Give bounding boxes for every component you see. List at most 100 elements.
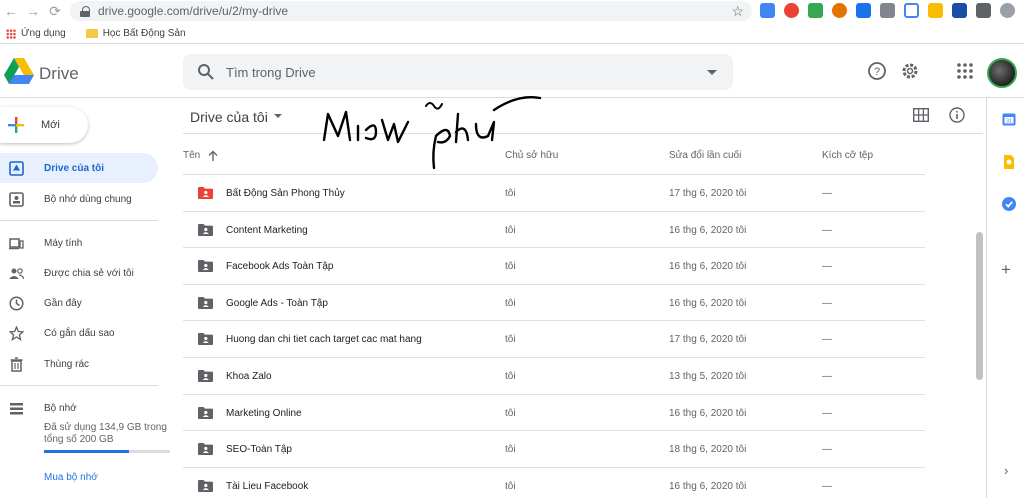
settings-gear-icon[interactable] (900, 61, 920, 81)
sidebar-item-shared-with-me[interactable]: Được chia sẻ với tôi (0, 258, 158, 288)
sidebar-item-label: Thùng rác (44, 359, 90, 370)
svg-text:?: ? (874, 66, 880, 78)
search-icon[interactable] (197, 63, 215, 81)
column-header-size[interactable]: Kích cỡ tệp (822, 150, 873, 161)
modified-by: tôi (735, 370, 747, 382)
sidebar-item-trash[interactable]: Thùng rác (0, 349, 158, 379)
bookmark-apps[interactable]: Ứng dụng (6, 28, 66, 39)
chevron-down-icon[interactable] (274, 114, 282, 118)
info-icon[interactable] (949, 107, 965, 123)
file-modified: 16 thg 6, 2020 tôi (669, 408, 746, 419)
sidebar-item-shared-drives[interactable]: Bộ nhớ dùng chung (0, 184, 158, 214)
shared-folder-icon (198, 479, 213, 492)
extension-icon[interactable] (880, 3, 895, 18)
file-name[interactable]: Tài Lieu Facebook (226, 481, 308, 492)
file-size: — (822, 261, 832, 273)
sort-arrow-up-icon[interactable] (207, 150, 219, 161)
address-bar[interactable]: drive.google.com/drive/u/2/my-drive ☆ (70, 1, 752, 21)
forward-arrow-icon[interactable]: → (22, 0, 44, 22)
extension-icon[interactable] (784, 3, 799, 18)
new-button-label: Mới (41, 119, 60, 131)
keep-icon[interactable] (1002, 155, 1016, 169)
calendar-icon[interactable]: 31 (1002, 112, 1016, 126)
extension-icon[interactable] (856, 3, 871, 18)
bookmark-label: Học Bất Động Sản (102, 28, 186, 39)
sidebar-item-storage[interactable]: Bộ nhớ (0, 393, 158, 423)
extension-icon[interactable] (808, 3, 823, 18)
extension-icon[interactable] (832, 3, 847, 18)
table-row[interactable]: Khoa Zalo tôi 13 thg 5, 2020 tôi — (183, 358, 925, 395)
puzzle-icon[interactable] (976, 3, 991, 18)
storage-icon (10, 403, 23, 415)
modified-date: 18 thg 6, 2020 (669, 444, 733, 456)
file-name[interactable]: SEO-Toàn Tập (226, 444, 292, 455)
file-size: — (822, 444, 832, 456)
shared-folder-icon (198, 260, 213, 273)
account-avatar[interactable] (987, 58, 1017, 88)
table-row[interactable]: Tài Lieu Facebook tôi 16 thg 6, 2020 tôi — (183, 468, 925, 498)
sidebar-item-starred[interactable]: Có gắn dấu sao (0, 318, 158, 348)
extension-icon[interactable] (928, 3, 943, 18)
sidebar-item-my-drive[interactable]: Drive của tôi (0, 153, 158, 183)
apps-grid-icon[interactable] (955, 61, 975, 81)
shared-with-me-icon (9, 268, 24, 280)
table-row[interactable]: Facebook Ads Toàn Tập tôi 16 thg 6, 2020 t… (183, 248, 925, 285)
translate-extension-icon[interactable] (760, 3, 775, 18)
shared-folder-icon (198, 296, 213, 309)
drive-header: Drive Tìm trong Drive ? (0, 46, 1024, 98)
profile-icon[interactable] (1000, 3, 1015, 18)
table-row[interactable]: Google Ads - Toàn Tập tôi 16 thg 6, 2020 t… (183, 285, 925, 322)
grid-view-icon[interactable] (913, 108, 929, 122)
table-row[interactable]: SEO-Toàn Tập tôi 18 thg 6, 2020 tôi — (183, 431, 925, 468)
apps-icon (6, 28, 16, 39)
file-owner: tôi (505, 261, 516, 273)
search-input[interactable]: Tìm trong Drive (226, 65, 316, 80)
sidebar-item-label: Gần đây (44, 298, 82, 309)
modified-date: 16 thg 6, 2020 (669, 407, 733, 419)
column-header-name[interactable]: Tên (183, 150, 200, 161)
search-options-icon[interactable] (707, 70, 717, 75)
file-name[interactable]: Google Ads - Toàn Tập (226, 298, 328, 309)
file-name[interactable]: Facebook Ads Toàn Tập (226, 261, 334, 272)
back-arrow-icon[interactable]: ← (0, 0, 22, 22)
search-box[interactable]: Tìm trong Drive (183, 54, 733, 90)
my-drive-icon (9, 161, 24, 176)
sidebar-item-label: Máy tính (44, 238, 83, 249)
sidebar-item-computers[interactable]: Máy tính (0, 228, 158, 258)
drive-extension-icon[interactable] (904, 3, 919, 18)
table-row[interactable]: Bất Động Sản Phong Thủy tôi 17 thg 6, 2020… (183, 175, 925, 212)
extension-icon[interactable] (952, 3, 967, 18)
file-name[interactable]: Marketing Online (226, 408, 302, 419)
table-row[interactable]: Marketing Online tôi 16 thg 6, 2020 tôi — (183, 395, 925, 432)
page-title[interactable]: Drive của tôi (190, 109, 268, 125)
file-modified: 17 thg 6, 2020 tôi (669, 188, 746, 199)
new-button[interactable]: Mới (0, 107, 88, 143)
table-row[interactable]: Content Marketing tôi 16 thg 6, 2020 tôi — (183, 212, 925, 249)
bookmark-folder[interactable]: Học Bất Động Sản (85, 28, 186, 39)
add-addon-icon[interactable]: + (1001, 261, 1011, 278)
reload-icon[interactable]: ⟳ (44, 0, 66, 22)
column-header-owner[interactable]: Chủ sở hữu (505, 150, 558, 161)
help-icon[interactable]: ? (867, 61, 887, 81)
column-header-modified[interactable]: Sửa đổi lần cuối (669, 150, 741, 161)
file-name[interactable]: Huong dan chi tiet cach target cac mat h… (226, 334, 422, 345)
url-text: drive.google.com/drive/u/2/my-drive (98, 4, 289, 18)
file-name[interactable]: Khoa Zalo (226, 371, 272, 382)
table-row[interactable]: Huong dan chi tiet cach target cac mat h… (183, 321, 925, 358)
scrollbar-thumb[interactable] (976, 232, 983, 380)
bookmark-star-icon[interactable]: ☆ (731, 3, 744, 20)
drive-logo-icon[interactable] (4, 58, 34, 84)
file-modified: 13 thg 5, 2020 tôi (669, 371, 746, 382)
file-size: — (822, 480, 832, 492)
expand-panel-chevron-icon[interactable]: › (1004, 464, 1008, 477)
file-modified: 16 thg 6, 2020 tôi (669, 298, 746, 309)
tasks-icon[interactable] (1002, 197, 1016, 211)
sidebar-item-recent[interactable]: Gần đây (0, 288, 158, 318)
file-owner: tôi (505, 188, 516, 199)
file-name[interactable]: Bất Động Sản Phong Thủy (226, 188, 345, 199)
storage-label: Bộ nhớ (44, 403, 77, 414)
buy-storage-link[interactable]: Mua bộ nhớ (44, 472, 98, 483)
file-name[interactable]: Content Marketing (226, 225, 308, 236)
shared-folder-icon (198, 443, 213, 456)
sidebar-item-label: Drive của tôi (44, 163, 105, 174)
